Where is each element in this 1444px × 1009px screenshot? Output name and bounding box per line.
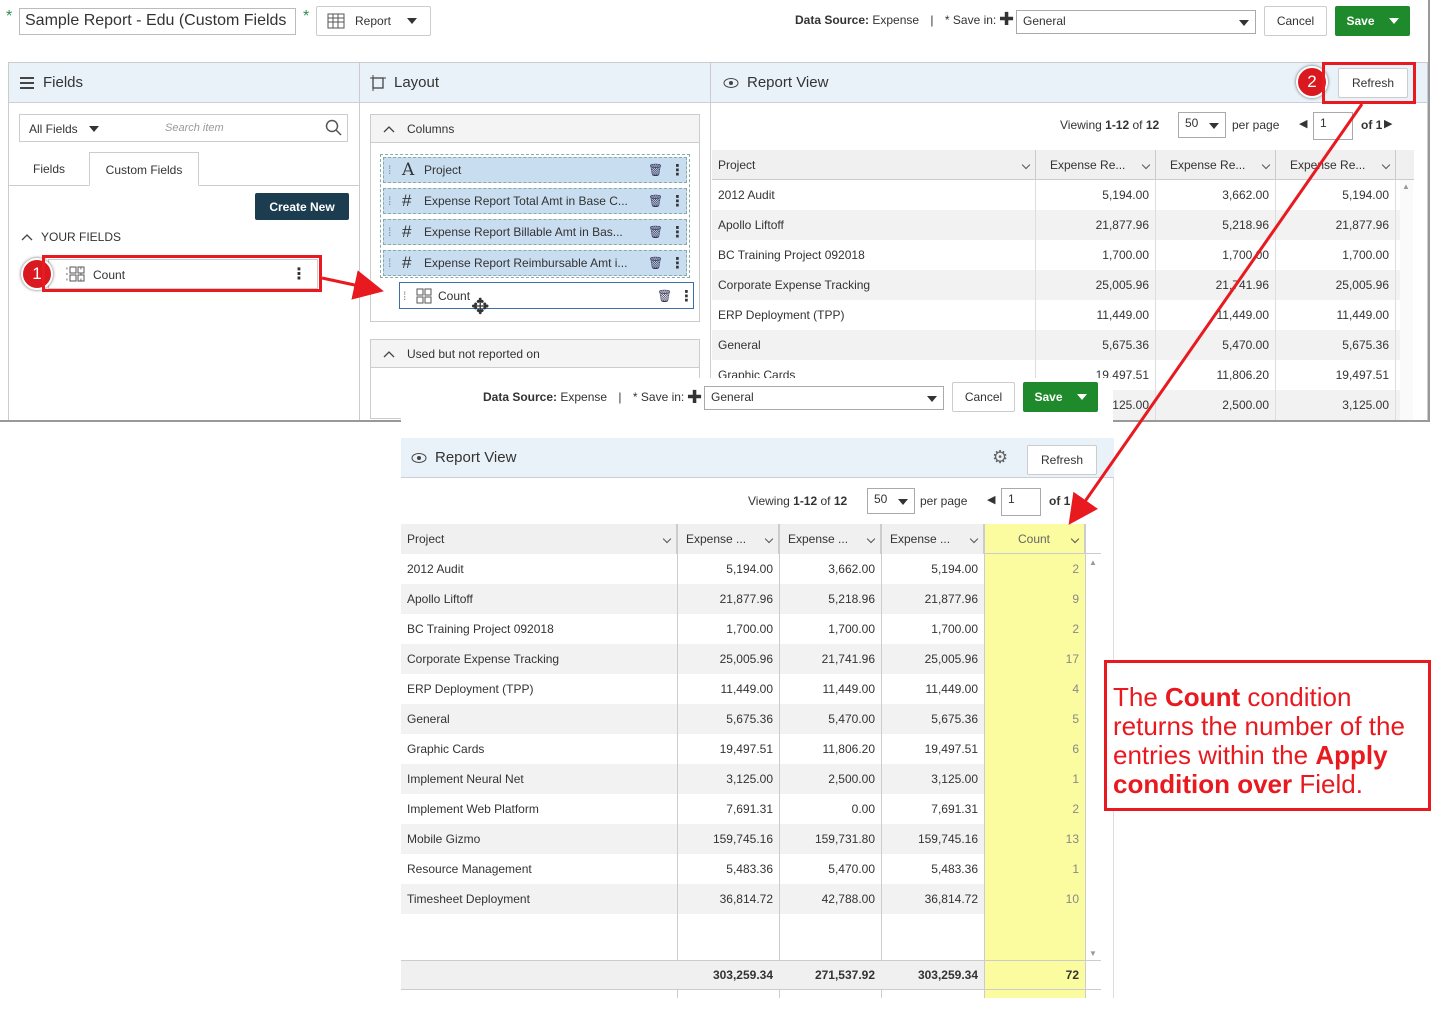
arrow-to-columns	[321, 270, 384, 300]
note-text: The	[1113, 682, 1166, 712]
note-bold: Count	[1165, 682, 1241, 712]
note-text: Field.	[1292, 769, 1363, 799]
explanation-note: The Count condition returns the number o…	[1104, 660, 1431, 811]
annotation-arrows	[321, 103, 1364, 525]
arrow-to-count-column	[1068, 103, 1364, 525]
